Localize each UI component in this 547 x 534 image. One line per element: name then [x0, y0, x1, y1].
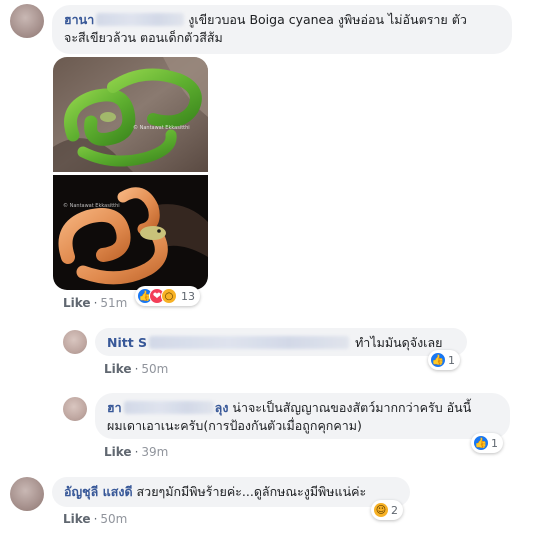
avatar[interactable]	[63, 397, 87, 421]
redacted-name	[149, 336, 350, 349]
reaction-count: 13	[181, 289, 195, 303]
comment-actions: Like · 39m	[104, 445, 168, 459]
comment-bubble: ฮา ลุง น่าจะเป็นสัญญาณของสัตว์มากกว่าครับ…	[95, 393, 510, 439]
avatar[interactable]	[63, 330, 87, 354]
comment-bubble: Nitt S ทำไมมันดุจังเลย	[95, 328, 467, 356]
reaction-summary[interactable]: 👍 ❤ ○ 13	[135, 286, 200, 306]
timestamp[interactable]: 51m	[100, 296, 127, 310]
comment-actions: Like · 50m	[63, 512, 127, 526]
comment-author[interactable]: ฮานา	[64, 12, 94, 27]
timestamp[interactable]: 39m	[141, 445, 168, 459]
reaction-summary[interactable]: ☺ 2	[371, 500, 403, 520]
reaction-summary[interactable]: 👍 1	[471, 433, 503, 453]
like-icon: 👍	[473, 435, 489, 451]
comment-actions: Like · 51m	[63, 296, 127, 310]
comment-bubble: ฮานา งูเขียวบอน Boiga cyanea งูพิษอ่อน ไม…	[52, 5, 512, 54]
reaction-count: 1	[448, 353, 455, 367]
separator: ·	[93, 512, 98, 526]
comment-photo[interactable]: © Nantawat Ekkasitthi © Nantawat Ekkasit…	[53, 57, 208, 290]
avatar[interactable]	[10, 4, 44, 38]
avatar[interactable]	[10, 477, 44, 511]
haha-icon: ☺	[373, 502, 389, 518]
comment-text: ทำไมมันดุจังเลย	[355, 335, 443, 350]
like-link[interactable]: Like	[63, 296, 91, 310]
like-icon: 👍	[430, 352, 446, 368]
photo-watermark: © Nantawat Ekkasitthi	[133, 124, 190, 131]
comment-author[interactable]: ฮา	[107, 400, 122, 415]
reaction-count: 2	[391, 503, 398, 517]
photo-watermark-2: © Nantawat Ekkasitthi	[63, 202, 120, 209]
like-link[interactable]: Like	[104, 445, 132, 459]
separator: ·	[93, 296, 98, 310]
redacted-name	[96, 13, 185, 26]
redacted-name	[123, 401, 214, 414]
like-link[interactable]: Like	[104, 362, 132, 376]
comment-text: งูเขียวบอน Boiga cyanea งูพิษอ่อน ไม่อัน…	[188, 12, 467, 27]
separator: ·	[134, 362, 139, 376]
comment-actions: Like · 50m	[104, 362, 168, 376]
separator: ·	[134, 445, 139, 459]
comment-author-suffix[interactable]: ลุง	[215, 400, 229, 415]
timestamp[interactable]: 50m	[100, 512, 127, 526]
snake-photo-image: © Nantawat Ekkasitthi © Nantawat Ekkasit…	[53, 57, 208, 290]
reaction-summary[interactable]: 👍 1	[428, 350, 460, 370]
timestamp[interactable]: 50m	[141, 362, 168, 376]
comment-author[interactable]: Nitt S	[107, 335, 147, 350]
comment-text-line2: ผมเดาเอาเนะครับ(การป้องกันตัวเมื่อถูกคุก…	[107, 418, 362, 433]
comment-text-line2: จะสีเขียวล้วน ตอนเด็กตัวสีส้ม	[64, 30, 223, 45]
comment-text: น่าจะเป็นสัญญาณของสัตว์มากกว่าครับ อันนี…	[232, 400, 472, 415]
like-link[interactable]: Like	[63, 512, 91, 526]
reaction-count: 1	[491, 436, 498, 450]
comment-text: สวยๆมักมีพิษร้ายค่ะ...ดูลักษณะงูมีพิษแน่…	[136, 484, 367, 499]
comment-bubble: อัญชุลี แสงดี สวยๆมักมีพิษร้ายค่ะ...ดูลั…	[52, 477, 410, 507]
comment-author[interactable]: อัญชุลี แสงดี	[64, 484, 133, 499]
wow-icon: ○	[161, 288, 177, 304]
